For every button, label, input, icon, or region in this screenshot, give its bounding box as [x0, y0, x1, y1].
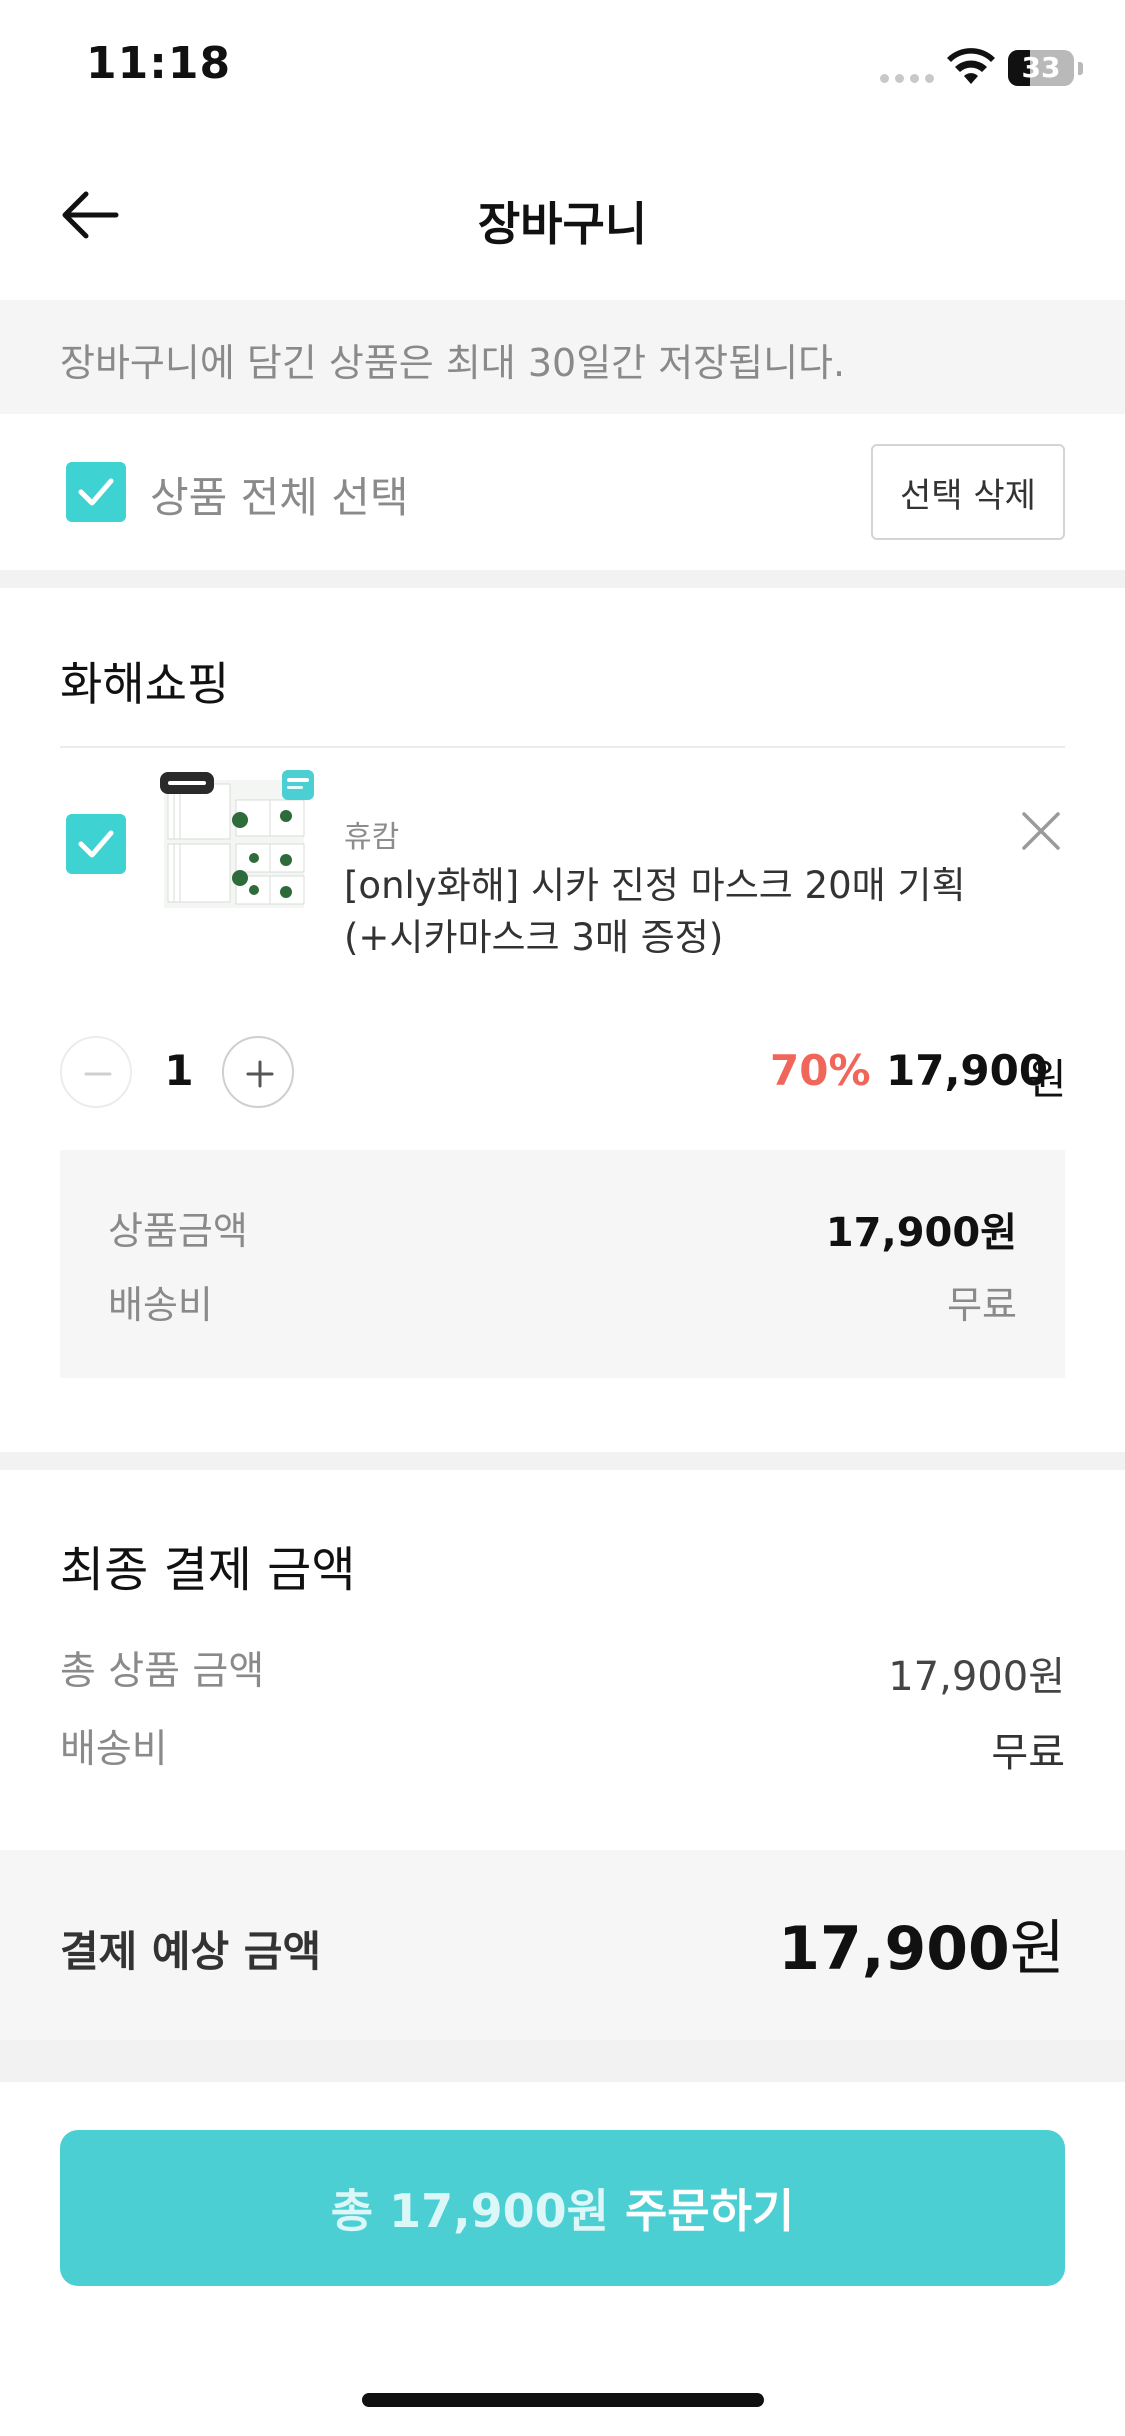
discount-rate: 70% [770, 1046, 871, 1095]
total-product-amount-label: 총 상품 금액 [60, 1649, 265, 1694]
order-action: 주문하기 [624, 2184, 795, 2238]
delete-selected-button[interactable]: 선택 삭제 [871, 444, 1065, 540]
product-amount-value: 17,900원 [825, 1210, 1017, 1256]
notice-text: 장바구니에 담긴 상품은 최대 30일간 저장됩니다. [60, 341, 846, 385]
expected-payment-box: 결제 예상 금액 17,900원 [0, 1850, 1125, 2040]
status-time: 11:18 [86, 38, 232, 89]
product-amount-label: 상품금액 [108, 1209, 248, 1253]
quantity-increase-button[interactable] [222, 1036, 294, 1108]
home-indicator[interactable] [362, 2393, 764, 2407]
quantity-value: 1 [164, 1046, 194, 1095]
section-divider [0, 1452, 1125, 1470]
plus-icon [246, 1060, 274, 1088]
product-brand: 휴캄 [344, 820, 400, 855]
battery-tip [1078, 62, 1083, 75]
section-divider [0, 2040, 1125, 2082]
store-name: 화해쇼핑 [60, 657, 230, 711]
expected-payment-unit: 원 [1009, 1914, 1065, 1984]
battery-icon: 33 [1008, 50, 1074, 86]
status-bar: 11:18 33 [0, 0, 1125, 140]
order-amount: 총 17,900원 [330, 2184, 609, 2238]
select-all-row: 상품 전체 선택 선택 삭제 [0, 414, 1125, 570]
wifi-icon [947, 48, 995, 84]
check-icon [78, 478, 114, 506]
item-price: 17,900 [886, 1046, 1049, 1095]
check-icon [78, 830, 114, 858]
quantity-decrease-button[interactable] [60, 1036, 132, 1108]
close-icon[interactable] [1018, 808, 1064, 854]
product-name[interactable]: [only화해] 시카 진정 마스크 20매 기획 (+시카마스크 3매 증정) [344, 860, 994, 964]
final-shipping-value: 무료 [991, 1730, 1065, 1776]
final-shipping-label: 배송비 [60, 1727, 168, 1772]
order-button[interactable]: 총 17,900원 주문하기 [60, 2130, 1065, 2286]
total-product-amount-value: 17,900원 [888, 1654, 1065, 1700]
item-price-currency: 원 [1028, 1055, 1067, 1104]
select-all-checkbox[interactable] [66, 462, 126, 522]
item-checkbox[interactable] [66, 814, 126, 874]
section-divider [0, 570, 1125, 588]
select-all-label: 상품 전체 선택 [150, 473, 409, 522]
header: 장바구니 [0, 140, 1125, 300]
minus-icon [84, 1072, 112, 1076]
signal-icon [880, 74, 934, 83]
expected-payment-value: 17,900 [778, 1914, 1010, 1984]
expected-payment-label: 결제 예상 금액 [60, 1927, 322, 1976]
battery-level: 33 [1021, 51, 1061, 84]
store-summary: 상품금액 17,900원 배송비 무료 [60, 1150, 1065, 1378]
final-payment-title: 최종 결제 금액 [60, 1542, 356, 1598]
product-thumbnail[interactable] [160, 770, 314, 910]
store-divider [60, 746, 1065, 748]
shipping-value: 무료 [947, 1283, 1017, 1327]
expected-payment-amount: 17,900원 [778, 1900, 1065, 1987]
shipping-label: 배송비 [108, 1283, 213, 1327]
notice-banner: 장바구니에 담긴 상품은 최대 30일간 저장됩니다. [0, 300, 1125, 414]
page-title: 장바구니 [477, 197, 648, 251]
